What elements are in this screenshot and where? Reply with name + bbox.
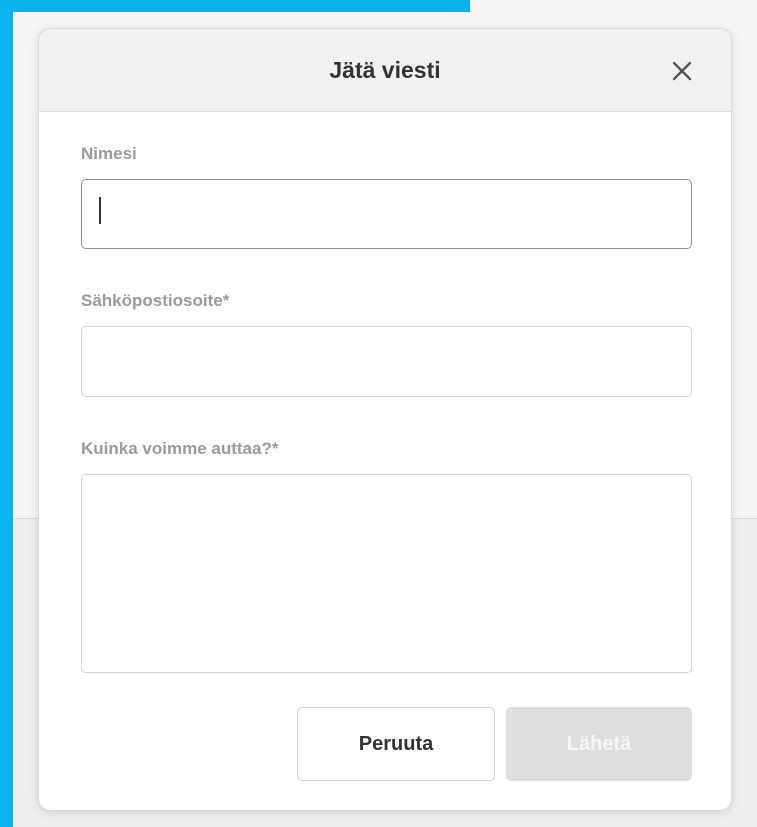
cancel-button[interactable]: Peruuta bbox=[297, 707, 495, 781]
email-label: Sähköpostiosoite* bbox=[81, 291, 230, 310]
name-input[interactable] bbox=[81, 179, 692, 249]
accent-border-left bbox=[0, 0, 13, 827]
text-caret bbox=[99, 197, 101, 224]
contact-dialog: Jätä viesti Nimesi Sähköpostiosoite* Kui… bbox=[38, 28, 732, 811]
message-label: Kuinka voimme auttaa?* bbox=[81, 439, 279, 458]
name-label: Nimesi bbox=[81, 144, 137, 163]
email-input[interactable] bbox=[81, 326, 692, 397]
accent-border-top bbox=[0, 0, 470, 12]
close-icon bbox=[672, 61, 692, 81]
close-button[interactable] bbox=[671, 60, 693, 82]
dialog-title: Jätä viesti bbox=[329, 57, 441, 83]
send-button[interactable]: Lähetä bbox=[506, 707, 692, 781]
message-textarea[interactable] bbox=[81, 474, 692, 673]
